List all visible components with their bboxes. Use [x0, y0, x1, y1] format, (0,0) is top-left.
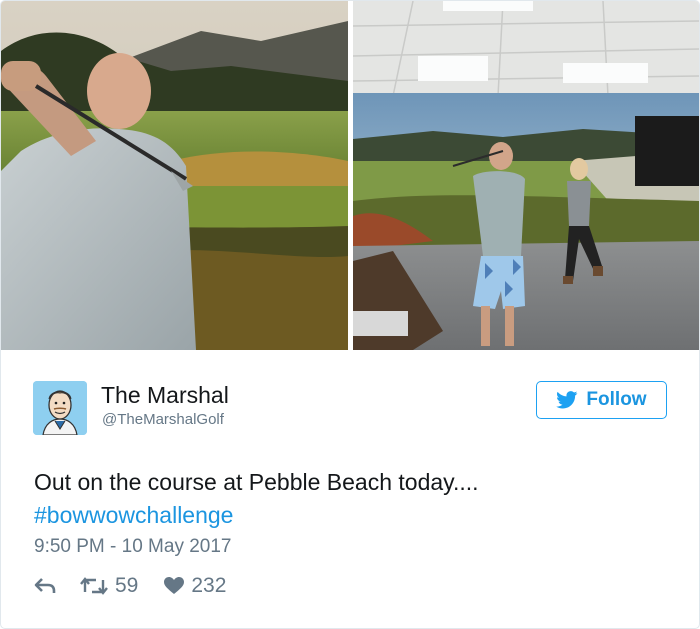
- retweet-count: 59: [115, 574, 139, 597]
- golfer-closeup-image: [1, 1, 348, 350]
- like-count: 232: [191, 574, 227, 597]
- golfer-wide-image: [353, 1, 699, 350]
- heart-icon: [164, 577, 185, 594]
- reply-icon: [34, 578, 56, 593]
- twitter-bird-icon: [556, 391, 578, 409]
- like-button[interactable]: 232: [164, 574, 226, 598]
- tweet-actions: 59 232: [34, 573, 226, 599]
- follow-button[interactable]: Follow: [536, 381, 667, 419]
- tweet-card: The Marshal @TheMarshalGolf Follow Out o…: [0, 0, 700, 629]
- photo-grid: [1, 1, 699, 350]
- tweet-text: Out on the course at Pebble Beach today.…: [34, 466, 479, 532]
- retweet-button[interactable]: 59: [80, 574, 138, 598]
- retweet-icon: [80, 577, 108, 595]
- follow-label: Follow: [586, 389, 647, 410]
- photo-golfer-wide[interactable]: [353, 1, 699, 350]
- cartoon-marshal-avatar-icon: [33, 381, 87, 435]
- tweet-body: Out on the course at Pebble Beach today.…: [34, 469, 479, 495]
- avatar[interactable]: [33, 381, 87, 435]
- photo-golfer-closeup[interactable]: [1, 1, 348, 350]
- hashtag-link[interactable]: #bowwowchallenge: [34, 499, 479, 532]
- reply-button[interactable]: [34, 577, 56, 595]
- user-handle[interactable]: @TheMarshalGolf: [102, 411, 224, 428]
- tweet-timestamp[interactable]: 9:50 PM - 10 May 2017: [34, 536, 232, 558]
- user-name[interactable]: The Marshal: [101, 382, 229, 409]
